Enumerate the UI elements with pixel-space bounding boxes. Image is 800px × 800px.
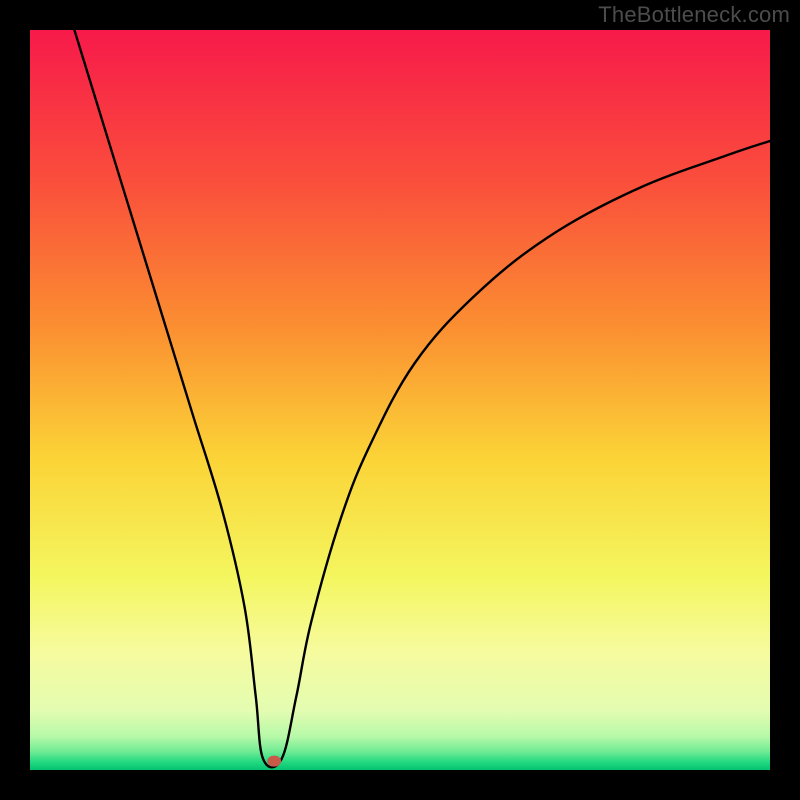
plot-area: [30, 30, 770, 770]
watermark-text: TheBottleneck.com: [598, 2, 790, 28]
gradient-background: [30, 30, 770, 770]
optimal-point-marker: [267, 756, 281, 767]
chart-frame: TheBottleneck.com: [0, 0, 800, 800]
chart-svg: [30, 30, 770, 770]
